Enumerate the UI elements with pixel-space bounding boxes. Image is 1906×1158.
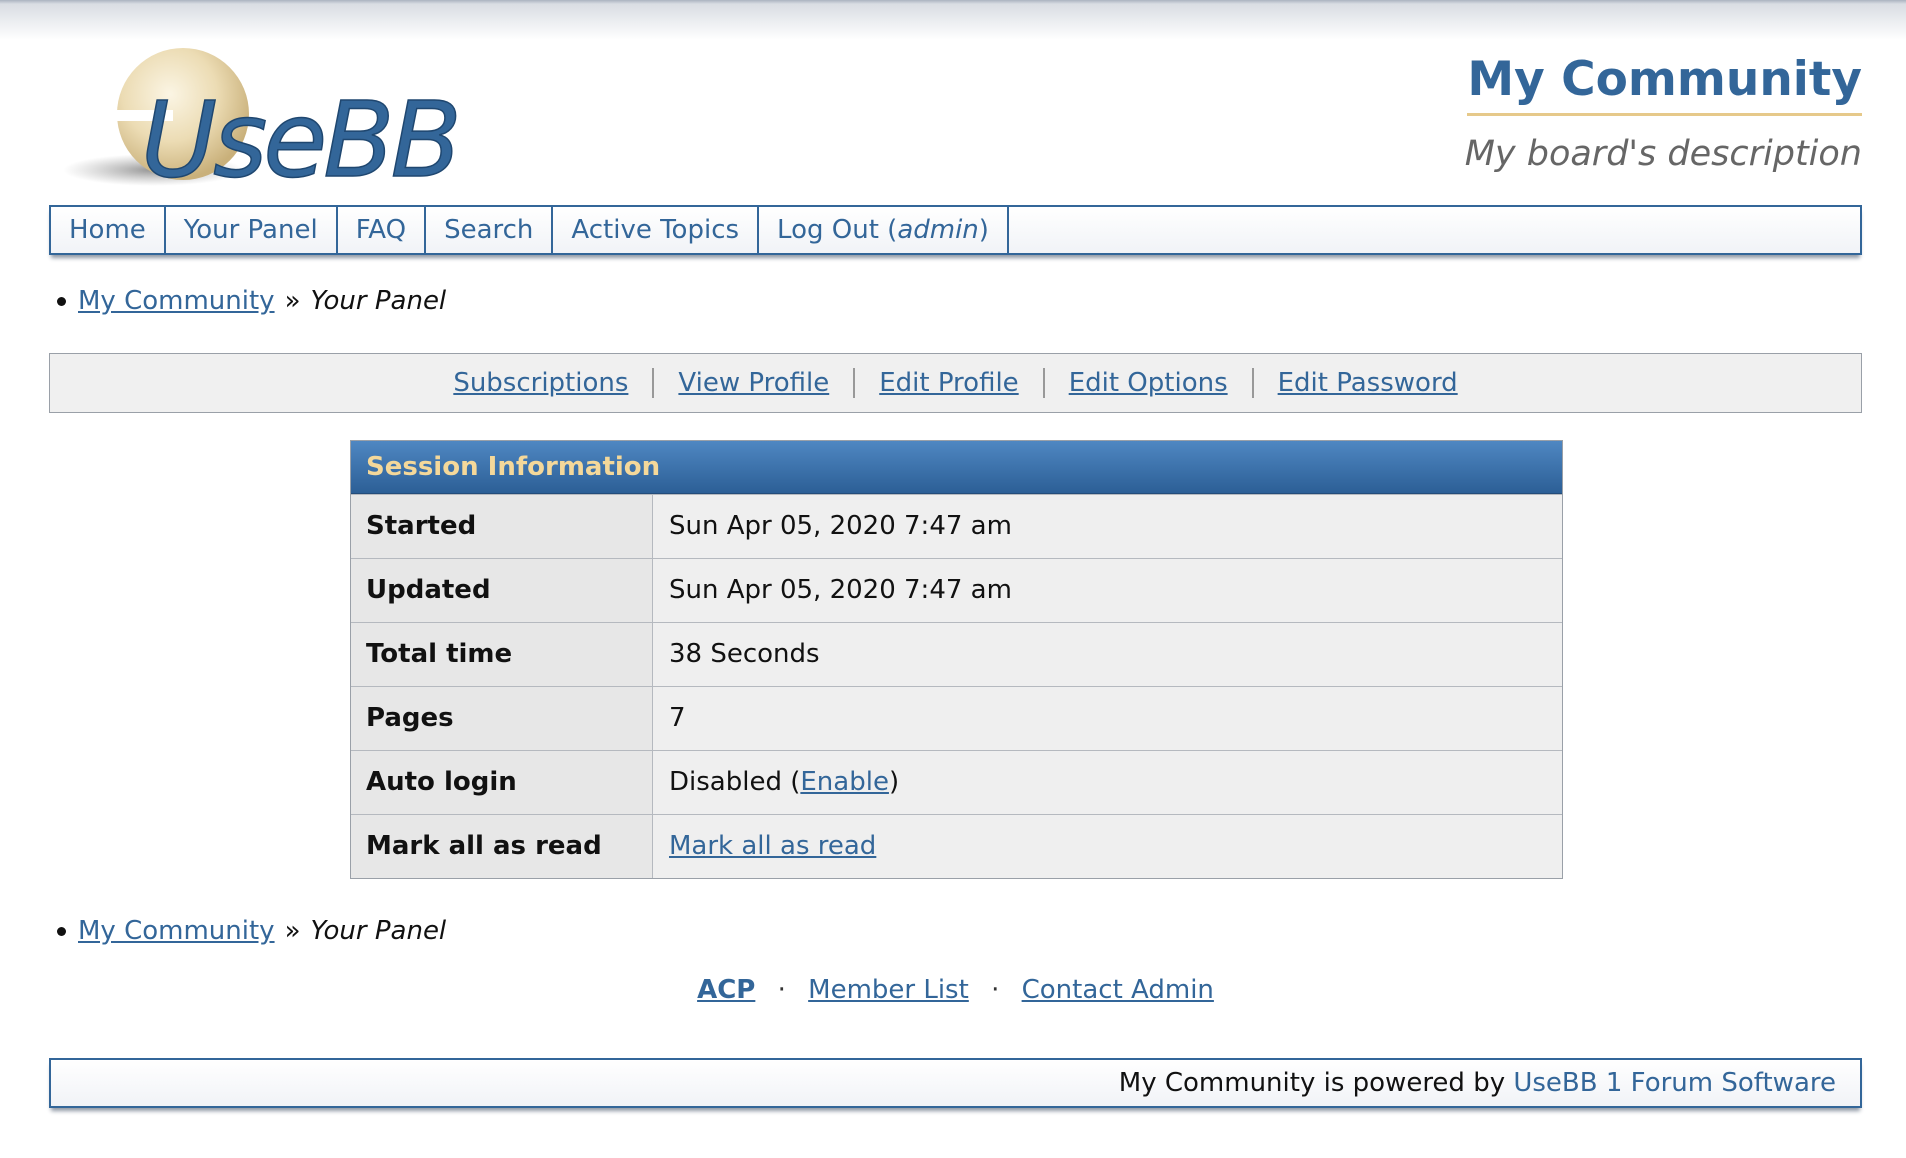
menu-item-home[interactable]: Home	[51, 207, 166, 253]
row-value-updated: Sun Apr 05, 2020 7:47 am	[653, 559, 1562, 622]
row-label-mark-all-read: Mark all as read	[351, 815, 653, 878]
panel-menu-divider	[853, 368, 856, 398]
bullet-icon	[57, 926, 66, 936]
panel-menu-divider	[1251, 368, 1254, 398]
footer-links: ACP · Member List · Contact Admin	[49, 975, 1862, 1005]
menu-item-your-panel[interactable]: Your Panel	[166, 207, 338, 253]
logout-username: admin	[897, 215, 979, 245]
row-label-total-time: Total time	[351, 623, 653, 686]
row-value-total-time: 38 Seconds	[653, 623, 1562, 686]
row-label-started: Started	[351, 495, 653, 558]
board-title[interactable]: My Community	[1467, 52, 1862, 116]
breadcrumb-current: Your Panel	[310, 286, 447, 316]
row-value-pages: 7	[653, 687, 1562, 750]
breadcrumb-separator: »	[284, 916, 301, 946]
mark-all-read-link[interactable]: Mark all as read	[669, 831, 876, 861]
panel-link-edit-password[interactable]: Edit Password	[1278, 368, 1458, 398]
panel-link-edit-options[interactable]: Edit Options	[1069, 368, 1228, 398]
breadcrumb-top: My Community » Your Panel	[57, 286, 446, 316]
enable-auto-login-link[interactable]: Enable	[800, 767, 889, 797]
row-value-started: Sun Apr 05, 2020 7:47 am	[653, 495, 1562, 558]
session-info-title: Session Information	[351, 441, 1562, 494]
panel-link-view-profile[interactable]: View Profile	[678, 368, 829, 398]
footer-separator: ·	[777, 975, 786, 1005]
panel-menu-divider	[1042, 368, 1045, 398]
row-value-auto-login: Disabled (Enable)	[653, 751, 1562, 814]
menu-item-faq[interactable]: FAQ	[338, 207, 427, 253]
panel-menu: Subscriptions View Profile Edit Profile …	[49, 353, 1862, 413]
breadcrumb-bottom: My Community » Your Panel	[57, 916, 446, 946]
acp-link[interactable]: ACP	[697, 975, 755, 1005]
panel-link-edit-profile[interactable]: Edit Profile	[879, 368, 1018, 398]
table-row: Updated Sun Apr 05, 2020 7:47 am	[351, 558, 1562, 622]
menu-item-search[interactable]: Search	[426, 207, 554, 253]
usebb-software-link[interactable]: UseBB 1 Forum Software	[1513, 1068, 1836, 1098]
powered-by-text: My Community is powered by	[1118, 1068, 1506, 1098]
table-row: Pages 7	[351, 686, 1562, 750]
usebb-logo[interactable]: UseBB	[53, 44, 503, 194]
table-row: Total time 38 Seconds	[351, 622, 1562, 686]
logout-label: Log Out	[777, 215, 879, 245]
table-row: Started Sun Apr 05, 2020 7:47 am	[351, 494, 1562, 558]
panel-link-subscriptions[interactable]: Subscriptions	[453, 368, 628, 398]
table-row: Mark all as read Mark all as read	[351, 814, 1562, 878]
page: UseBB My Community My board's descriptio…	[49, 0, 1862, 1158]
session-info-table: Session Information Started Sun Apr 05, …	[350, 440, 1563, 879]
board-description: My board's description	[1464, 134, 1862, 174]
row-value-mark-all-read: Mark all as read	[653, 815, 1562, 878]
powered-by-bar: My Community is powered by UseBB 1 Forum…	[49, 1058, 1862, 1108]
breadcrumb-home-link[interactable]: My Community	[78, 286, 275, 316]
contact-admin-link[interactable]: Contact Admin	[1022, 975, 1214, 1005]
row-label-updated: Updated	[351, 559, 653, 622]
auto-login-status: Disabled	[669, 767, 782, 797]
row-label-auto-login: Auto login	[351, 751, 653, 814]
logo-wordmark: UseBB	[141, 79, 458, 194]
menu-item-log-out[interactable]: Log Out (admin)	[759, 207, 1009, 253]
bullet-icon	[57, 296, 66, 306]
menu-item-active-topics[interactable]: Active Topics	[553, 207, 760, 253]
main-menu: Home Your Panel FAQ Search Active Topics…	[49, 205, 1862, 255]
panel-menu-divider	[652, 368, 655, 398]
table-row: Auto login Disabled (Enable)	[351, 750, 1562, 814]
breadcrumb-separator: »	[284, 286, 301, 316]
breadcrumb-home-link[interactable]: My Community	[78, 916, 275, 946]
row-label-pages: Pages	[351, 687, 653, 750]
breadcrumb-current: Your Panel	[310, 916, 447, 946]
member-list-link[interactable]: Member List	[808, 975, 969, 1005]
footer-separator: ·	[991, 975, 1000, 1005]
